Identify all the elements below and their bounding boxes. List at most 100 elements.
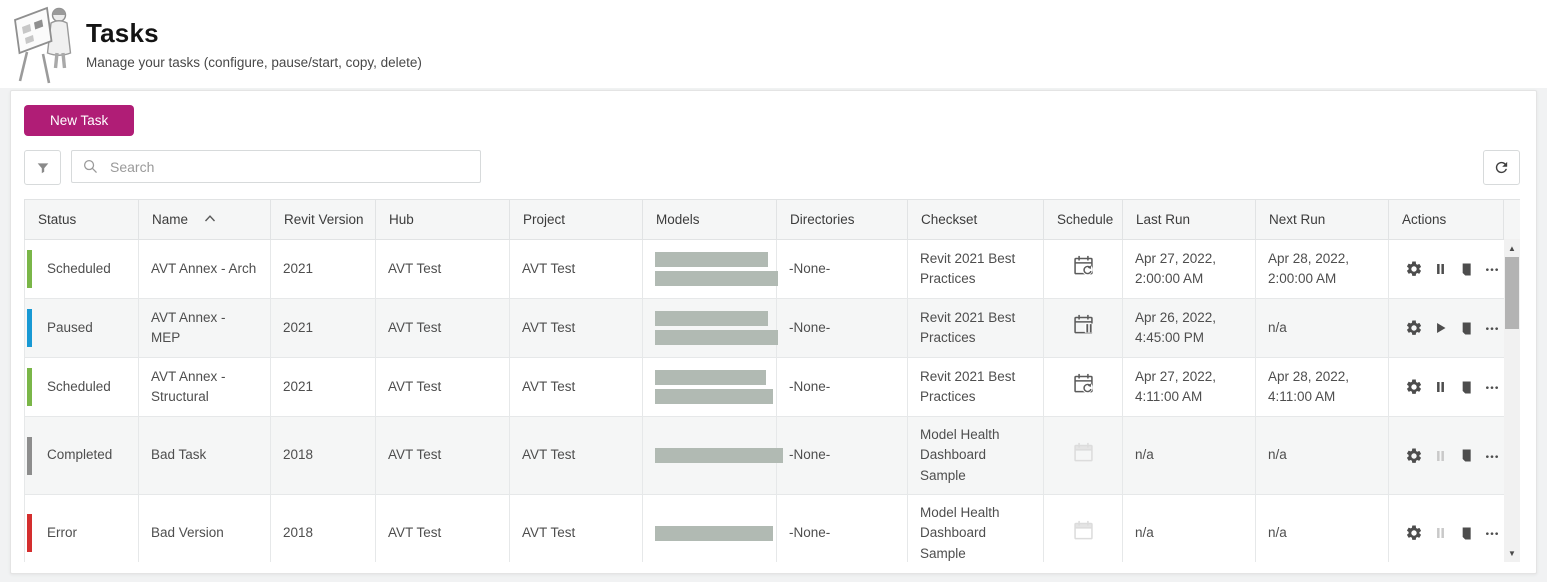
- cell-project: AVT Test: [510, 495, 643, 563]
- copy-action-button[interactable]: [1455, 258, 1477, 280]
- column-label: Status: [38, 212, 76, 227]
- redacted-model-name-bar: [655, 448, 783, 463]
- status-color-bar: [27, 250, 32, 288]
- copy-action-button[interactable]: [1455, 376, 1477, 398]
- more-action-button[interactable]: [1481, 317, 1503, 339]
- task-row: ScheduledAVT Annex - Arch2021AVT TestAVT…: [25, 240, 1521, 299]
- cell-hub: AVT Test: [376, 495, 510, 563]
- copy-action-button[interactable]: [1455, 522, 1477, 544]
- status-color-bar: [27, 309, 32, 347]
- cell-name: Bad Version: [139, 495, 271, 563]
- cell-project: AVT Test: [510, 299, 643, 358]
- copy-action-button[interactable]: [1455, 317, 1477, 339]
- settings-action-button[interactable]: [1403, 258, 1425, 280]
- status-label: Error: [47, 525, 77, 540]
- column-header-name[interactable]: Name: [139, 200, 271, 240]
- vertical-scrollbar[interactable]: ▲ ▼: [1504, 239, 1520, 562]
- play-action-button[interactable]: [1429, 317, 1451, 339]
- cell-checkset: Model Health Dashboard Sample: [908, 417, 1044, 495]
- column-label: Last Run: [1136, 212, 1190, 227]
- funnel-icon: [35, 160, 51, 176]
- cell-directories: -None-: [777, 417, 908, 495]
- pause-action-button[interactable]: [1429, 376, 1451, 398]
- cell-revit-version: 2021: [271, 299, 376, 358]
- column-header-next_run[interactable]: Next Run: [1256, 200, 1389, 240]
- more-action-button[interactable]: [1481, 445, 1503, 467]
- redacted-model-name-bar: [655, 252, 768, 267]
- cell-checkset: Revit 2021 Best Practices: [908, 358, 1044, 417]
- cell-actions: [1389, 358, 1504, 417]
- cell-hub: AVT Test: [376, 240, 510, 299]
- column-header-models[interactable]: Models: [643, 200, 777, 240]
- cell-project: AVT Test: [510, 358, 643, 417]
- cell-checkset: Revit 2021 Best Practices: [908, 299, 1044, 358]
- page-header: Tasks Manage your tasks (configure, paus…: [12, 4, 422, 86]
- table-body: ScheduledAVT Annex - Arch2021AVT TestAVT…: [25, 240, 1521, 563]
- cell-actions: [1389, 417, 1504, 495]
- new-task-button[interactable]: New Task: [24, 105, 134, 136]
- scroll-down-arrow[interactable]: ▼: [1504, 546, 1520, 560]
- cell-models: [643, 299, 777, 358]
- pause-action-button[interactable]: [1429, 258, 1451, 280]
- pause-action-button: [1429, 522, 1451, 544]
- cell-last-run: Apr 27, 2022, 2:00:00 AM: [1123, 240, 1256, 299]
- cell-schedule: [1044, 417, 1123, 495]
- column-header-hub[interactable]: Hub: [376, 200, 510, 240]
- more-action-button[interactable]: [1481, 376, 1503, 398]
- column-header-schedule[interactable]: Schedule: [1044, 200, 1123, 240]
- cell-actions: [1389, 299, 1504, 358]
- filter-button[interactable]: [24, 150, 61, 185]
- cell-status: Error: [25, 495, 139, 563]
- column-header-directories[interactable]: Directories: [777, 200, 908, 240]
- status-label: Scheduled: [47, 379, 111, 394]
- column-label: Project: [523, 212, 565, 227]
- column-label: Directories: [790, 212, 855, 227]
- settings-action-button[interactable]: [1403, 376, 1425, 398]
- redacted-model-name-bar: [655, 389, 773, 404]
- pause-action-button: [1429, 445, 1451, 467]
- scroll-thumb[interactable]: [1505, 257, 1519, 329]
- settings-action-button[interactable]: [1403, 445, 1425, 467]
- column-header-project[interactable]: Project: [510, 200, 643, 240]
- column-header-revit_version[interactable]: Revit Version: [271, 200, 376, 240]
- cell-status: Scheduled: [25, 358, 139, 417]
- column-header-actions[interactable]: Actions: [1389, 200, 1504, 240]
- status-color-bar: [27, 437, 32, 475]
- cell-revit-version: 2018: [271, 495, 376, 563]
- column-label: Name: [152, 212, 188, 227]
- settings-action-button[interactable]: [1403, 522, 1425, 544]
- table-header-row: Status Name Revit Version Hub Project Models D…: [25, 200, 1521, 240]
- search-box: [71, 150, 481, 183]
- cell-schedule: [1044, 358, 1123, 417]
- scrollbar-spacer-header: [1504, 200, 1521, 240]
- cell-directories: -None-: [777, 240, 908, 299]
- scroll-up-arrow[interactable]: ▲: [1504, 241, 1520, 255]
- cell-last-run: n/a: [1123, 495, 1256, 563]
- cell-name: AVT Annex - Structural: [139, 358, 271, 417]
- cell-models: [643, 240, 777, 299]
- column-label: Hub: [389, 212, 414, 227]
- more-action-button[interactable]: [1481, 522, 1503, 544]
- redacted-model-name-bar: [655, 370, 766, 385]
- cell-models: [643, 495, 777, 563]
- column-header-status[interactable]: Status: [25, 200, 139, 240]
- column-header-checkset[interactable]: Checkset: [908, 200, 1044, 240]
- column-label: Models: [656, 212, 700, 227]
- cell-name: AVT Annex - Arch: [139, 240, 271, 299]
- refresh-button[interactable]: [1483, 150, 1520, 185]
- cell-directories: -None-: [777, 358, 908, 417]
- settings-action-button[interactable]: [1403, 317, 1425, 339]
- calendar-paused-icon: [1072, 324, 1095, 339]
- status-color-bar: [27, 368, 32, 406]
- column-header-last_run[interactable]: Last Run: [1123, 200, 1256, 240]
- copy-action-button[interactable]: [1455, 445, 1477, 467]
- more-action-button[interactable]: [1481, 258, 1503, 280]
- page-subtitle: Manage your tasks (configure, pause/star…: [86, 55, 422, 70]
- status-label: Completed: [47, 447, 112, 462]
- status-color-bar: [27, 514, 32, 552]
- cell-next-run: Apr 28, 2022, 2:00:00 AM: [1256, 240, 1389, 299]
- redacted-model-name-bar: [655, 526, 773, 541]
- search-input[interactable]: [108, 158, 470, 176]
- tasks-table: Status Name Revit Version Hub Project Models D…: [24, 199, 1520, 562]
- cell-hub: AVT Test: [376, 417, 510, 495]
